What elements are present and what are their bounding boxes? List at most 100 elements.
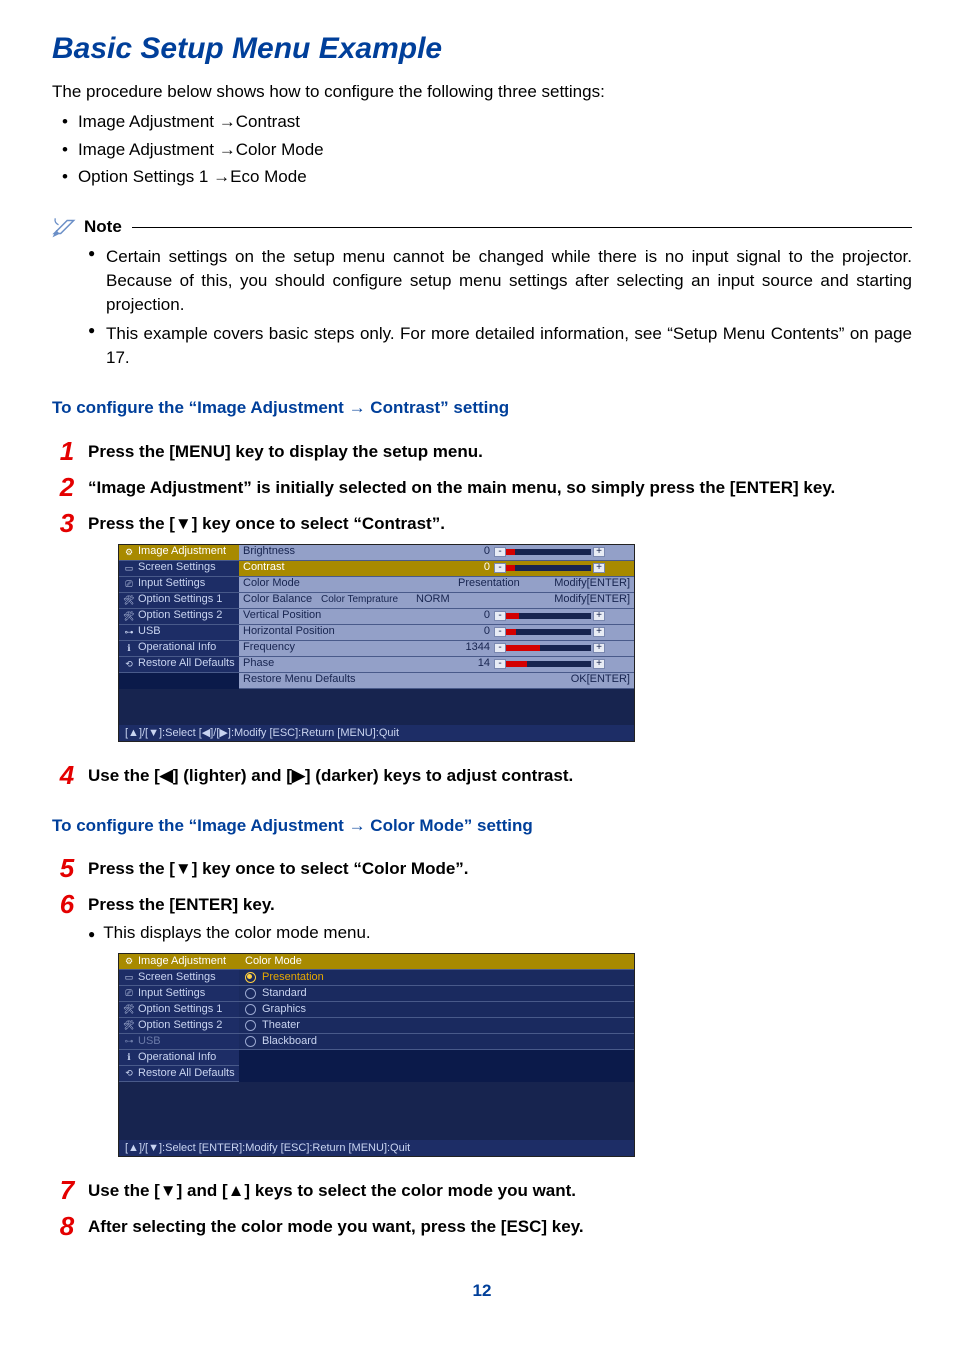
minus-icon: - (494, 659, 506, 669)
menu-item: ▭Screen Settings (119, 561, 239, 577)
option-row: Graphics (239, 1002, 634, 1018)
minus-icon: - (494, 627, 506, 637)
tools-icon: 🛠 (122, 1019, 136, 1032)
sub-menu-panel: Brightness0-+ Contrast0-+ Color ModePres… (239, 545, 634, 689)
main-menu-panel: ⚙Image Adjustment ▭Screen Settings ⎚Inpu… (119, 954, 239, 1082)
step-2: 2 “Image Adjustment” is initially select… (52, 474, 912, 500)
step-subnote: This displays the color mode menu. (88, 921, 912, 945)
menu-item: ⟲Restore All Defaults (119, 1066, 239, 1082)
minus-icon: - (494, 563, 506, 573)
step-text: Use the [▼] and [▲] keys to select the c… (88, 1179, 912, 1203)
page-title: Basic Setup Menu Example (52, 28, 912, 70)
step-8: 8 After selecting the color mode you wan… (52, 1213, 912, 1239)
menu-item: ⟲Restore All Defaults (119, 657, 239, 673)
gear-icon: ⚙ (122, 546, 136, 559)
setting-row: Brightness0-+ (239, 545, 634, 561)
step-number: 6 (52, 891, 82, 917)
blank-area (119, 1082, 634, 1140)
note-item: This example covers basic steps only. Fo… (88, 322, 912, 370)
option-row: Presentation (239, 970, 634, 986)
usb-icon: ⊶ (122, 626, 136, 639)
step-number: 4 (52, 762, 82, 788)
step-number: 3 (52, 510, 82, 536)
note-block: Note Certain settings on the setup menu … (52, 215, 912, 370)
setting-row: Color BalanceColor TempratureNORMModify[… (239, 593, 634, 609)
step-text: Use the [◀] (lighter) and [▶] (darker) k… (88, 764, 912, 788)
color-mode-panel: Color Mode Presentation Standard Graphic… (239, 954, 634, 1082)
info-icon: ℹ (122, 1051, 136, 1064)
setting-row: Horizontal Position0-+ (239, 625, 634, 641)
plus-icon: + (593, 643, 605, 653)
minus-icon: - (494, 611, 506, 621)
step-text: Press the [MENU] key to display the setu… (88, 440, 912, 464)
tools-icon: 🛠 (122, 1003, 136, 1016)
option-row: Blackboard (239, 1034, 634, 1050)
step-5: 5 Press the [▼] key once to select “Colo… (52, 855, 912, 881)
menu-item: ℹOperational Info (119, 641, 239, 657)
slider-bar (506, 661, 591, 667)
list-item: Image AdjustmentColor Mode (62, 138, 912, 162)
setting-row: Color ModePresentationModify[ENTER] (239, 577, 634, 593)
note-item: Certain settings on the setup menu canno… (88, 245, 912, 316)
setting-row: Phase14-+ (239, 657, 634, 673)
radio-off-icon (245, 988, 256, 999)
menu-screenshot-colormode: ⚙Image Adjustment ▭Screen Settings ⎚Inpu… (118, 953, 635, 1157)
step-text: “Image Adjustment” is initially selected… (88, 476, 912, 500)
setting-row-selected: Contrast0-+ (239, 561, 634, 577)
slider-bar (506, 645, 591, 651)
step-number: 8 (52, 1213, 82, 1239)
menu-item: ℹOperational Info (119, 1050, 239, 1066)
menu-item: ⊶USB (119, 1034, 239, 1050)
radio-off-icon (245, 1020, 256, 1031)
input-icon: ⎚ (122, 987, 136, 1000)
menu-footer-hint: [▲]/[▼]:Select [◀]/[▶]:Modify [ESC]:Retu… (119, 725, 634, 741)
step-text: Press the [▼] key once to select “Color … (88, 857, 912, 881)
step-number: 1 (52, 438, 82, 464)
arrow-icon (214, 140, 236, 159)
info-icon: ℹ (122, 642, 136, 655)
menu-item: 🛠Option Settings 2 (119, 609, 239, 625)
step-text: Press the [ENTER] key. (88, 893, 912, 917)
note-rule (132, 227, 912, 228)
menu-item: 🛠Option Settings 2 (119, 1018, 239, 1034)
input-icon: ⎚ (122, 578, 136, 591)
step-3: 3 Press the [▼] key once to select “Cont… (52, 510, 912, 752)
setting-row: Restore Menu DefaultsOK[ENTER] (239, 673, 634, 689)
menu-item: 🛠Option Settings 1 (119, 593, 239, 609)
step-6: 6 Press the [ENTER] key. This displays t… (52, 891, 912, 1167)
settings-list: Image AdjustmentContrast Image Adjustmen… (52, 110, 912, 189)
arrow-icon (214, 112, 236, 131)
note-label: Note (84, 215, 122, 239)
minus-icon: - (494, 643, 506, 653)
step-number: 7 (52, 1177, 82, 1203)
step-1: 1 Press the [MENU] key to display the se… (52, 438, 912, 464)
screen-icon: ▭ (122, 971, 136, 984)
radio-on-icon (245, 972, 256, 983)
menu-item: ▭Screen Settings (119, 970, 239, 986)
menu-item: ⎚Input Settings (119, 577, 239, 593)
option-row: Standard (239, 986, 634, 1002)
gear-icon: ⚙ (122, 955, 136, 968)
plus-icon: + (593, 611, 605, 621)
tools-icon: 🛠 (122, 594, 136, 607)
intro-text: The procedure below shows how to configu… (52, 80, 912, 104)
menu-footer-hint: [▲]/[▼]:Select [ENTER]:Modify [ESC]:Retu… (119, 1140, 634, 1156)
tools-icon: 🛠 (122, 610, 136, 623)
step-text: After selecting the color mode you want,… (88, 1215, 912, 1239)
screen-icon: ▭ (122, 562, 136, 575)
menu-item: ⚙Image Adjustment (119, 545, 239, 561)
menu-item: ⚙Image Adjustment (119, 954, 239, 970)
list-item: Image AdjustmentContrast (62, 110, 912, 134)
plus-icon: + (593, 659, 605, 669)
step-text: Press the [▼] key once to select “Contra… (88, 512, 912, 536)
menu-screenshot-contrast: ⚙Image Adjustment ▭Screen Settings ⎚Inpu… (118, 544, 635, 742)
restore-icon: ⟲ (122, 658, 136, 671)
plus-icon: + (593, 627, 605, 637)
menu-item: ⊶USB (119, 625, 239, 641)
section-heading: To configure the “Image Adjustment → Con… (52, 396, 912, 420)
step-number: 5 (52, 855, 82, 881)
slider-bar (506, 613, 591, 619)
section-heading: To configure the “Image Adjustment → Col… (52, 814, 912, 838)
plus-icon: + (593, 563, 605, 573)
menu-item: ⎚Input Settings (119, 986, 239, 1002)
